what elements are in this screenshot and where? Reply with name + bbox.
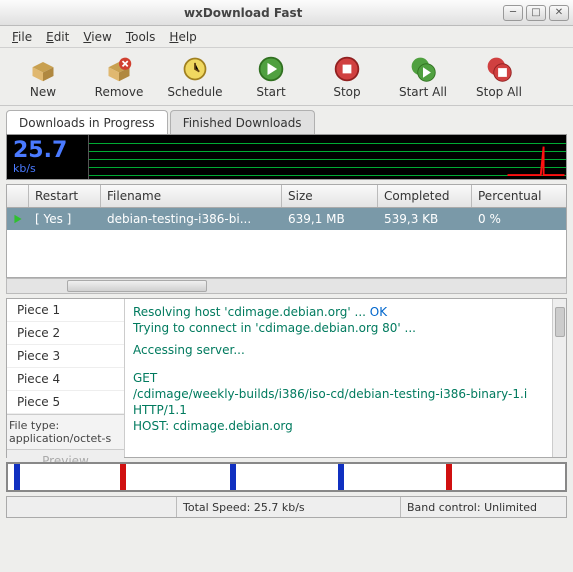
speed-value: 25.7 <box>13 140 67 162</box>
status-total-speed: Total Speed: 25.7 kb/s <box>177 497 401 517</box>
log-text: Trying to connect in 'cdimage.debian.org… <box>133 321 558 335</box>
menu-file[interactable]: File <box>6 28 38 46</box>
log-text: GET <box>133 371 558 385</box>
col-filename[interactable]: Filename <box>101 185 282 207</box>
window-title: wxDownload Fast <box>184 6 302 20</box>
filetype-label: File type: <box>9 419 122 432</box>
schedule-button[interactable]: Schedule <box>158 51 232 103</box>
maximize-button[interactable]: □ <box>526 5 546 21</box>
play-icon <box>13 212 23 226</box>
list-item[interactable]: Piece 4 <box>7 368 124 391</box>
menu-help[interactable]: Help <box>163 28 202 46</box>
status-band-control: Band control: Unlimited <box>401 497 566 517</box>
menubar: File Edit View Tools Help <box>0 26 573 48</box>
stop-button[interactable]: Stop <box>310 51 384 103</box>
start-button[interactable]: Start <box>234 51 308 103</box>
play-icon <box>257 55 285 83</box>
row-size: 639,1 MB <box>282 208 378 230</box>
window-controls: ─ □ ✕ <box>503 5 569 21</box>
app-window: wxDownload Fast ─ □ ✕ File Edit View Too… <box>0 0 573 572</box>
download-list-body[interactable] <box>6 230 567 278</box>
tab-downloads-progress[interactable]: Downloads in Progress <box>6 110 168 134</box>
table-row[interactable]: [ Yes ] debian-testing-i386-bi... 639,1 … <box>6 208 567 230</box>
piece-marker <box>338 464 344 490</box>
scrollbar-thumb[interactable] <box>555 307 565 337</box>
toolbar-label: New <box>30 85 56 99</box>
toolbar-label: Stop <box>333 85 360 99</box>
toolbar-label: Remove <box>95 85 144 99</box>
stop-all-icon <box>485 55 513 83</box>
col-icon[interactable] <box>7 185 29 207</box>
titlebar[interactable]: wxDownload Fast ─ □ ✕ <box>0 0 573 26</box>
graph-line-icon <box>506 139 566 177</box>
menu-edit[interactable]: Edit <box>40 28 75 46</box>
row-filename: debian-testing-i386-bi... <box>101 208 282 230</box>
menu-tools[interactable]: Tools <box>120 28 162 46</box>
row-restart: [ Yes ] <box>29 208 101 230</box>
col-percentual[interactable]: Percentual <box>472 185 566 207</box>
filetype-value: application/octet-s <box>9 432 122 445</box>
toolbar-label: Start All <box>399 85 447 99</box>
download-list-header: Restart Filename Size Completed Percentu… <box>6 184 567 208</box>
play-all-icon <box>409 55 437 83</box>
log-v-scrollbar[interactable] <box>552 299 566 457</box>
log-text: HOST: cdimage.debian.org <box>133 419 558 433</box>
log-text: HTTP/1.1 <box>133 403 558 417</box>
statusbar: Total Speed: 25.7 kb/s Band control: Unl… <box>6 496 567 518</box>
new-button[interactable]: New <box>6 51 80 103</box>
filetype-info: File type: application/octet-s <box>7 414 124 449</box>
piece-list: Piece 1 Piece 2 Piece 3 Piece 4 Piece 5 <box>7 299 124 414</box>
box-open-icon <box>29 55 57 83</box>
row-completed: 539,3 KB <box>378 208 472 230</box>
speed-readout: 25.7 kb/s <box>7 135 89 179</box>
menu-view[interactable]: View <box>77 28 117 46</box>
list-item[interactable]: Piece 5 <box>7 391 124 414</box>
speed-graph-panel: 25.7 kb/s <box>6 134 567 180</box>
close-button[interactable]: ✕ <box>549 5 569 21</box>
tab-strip: Downloads in Progress Finished Downloads <box>0 106 573 134</box>
piece-marker <box>446 464 452 490</box>
log-text: Resolving host 'cdimage.debian.org' ... <box>133 305 370 319</box>
piece-marker <box>230 464 236 490</box>
log-text: Accessing server... <box>133 343 558 357</box>
speed-graph <box>89 135 566 179</box>
toolbar-label: Schedule <box>167 85 222 99</box>
pieces-panel: Piece 1 Piece 2 Piece 3 Piece 4 Piece 5 … <box>7 299 125 457</box>
status-empty <box>7 497 177 517</box>
toolbar-label: Start <box>256 85 285 99</box>
remove-button[interactable]: Remove <box>82 51 156 103</box>
list-item[interactable]: Piece 3 <box>7 345 124 368</box>
list-h-scrollbar[interactable] <box>6 278 567 294</box>
col-size[interactable]: Size <box>282 185 378 207</box>
list-item[interactable]: Piece 1 <box>7 299 124 322</box>
piece-marker <box>120 464 126 490</box>
row-status-icon <box>7 208 29 230</box>
stopall-button[interactable]: Stop All <box>462 51 536 103</box>
tab-finished-downloads[interactable]: Finished Downloads <box>170 110 315 134</box>
box-delete-icon <box>105 55 133 83</box>
scrollbar-thumb[interactable] <box>67 280 207 292</box>
log-panel[interactable]: Resolving host 'cdimage.debian.org' ... … <box>125 299 566 457</box>
list-item[interactable]: Piece 2 <box>7 322 124 345</box>
stop-icon <box>333 55 361 83</box>
row-percentual: 0 % <box>472 208 566 230</box>
startall-button[interactable]: Start All <box>386 51 460 103</box>
log-status-ok: OK <box>370 305 387 319</box>
col-restart[interactable]: Restart <box>29 185 101 207</box>
speed-unit: kb/s <box>13 162 36 175</box>
piece-marker <box>14 464 20 490</box>
col-completed[interactable]: Completed <box>378 185 472 207</box>
detail-panel: Piece 1 Piece 2 Piece 3 Piece 4 Piece 5 … <box>6 298 567 458</box>
log-text: /cdimage/weekly-builds/i386/iso-cd/debia… <box>133 387 558 401</box>
piece-progress-bar <box>6 462 567 492</box>
minimize-button[interactable]: ─ <box>503 5 523 21</box>
toolbar: New Remove Schedule Start Stop Start All… <box>0 48 573 106</box>
clock-icon <box>181 55 209 83</box>
toolbar-label: Stop All <box>476 85 522 99</box>
